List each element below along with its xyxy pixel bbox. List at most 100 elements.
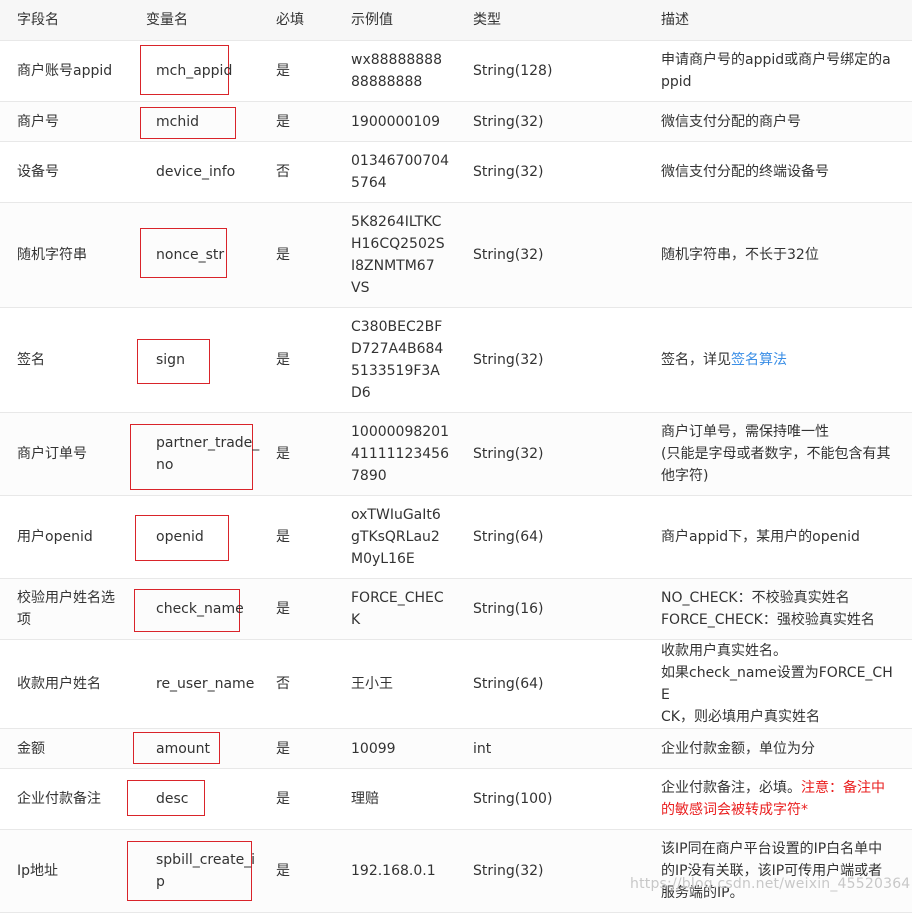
header-type: 类型 xyxy=(473,0,661,41)
example-value: 10000098201 41111123456 7890 xyxy=(351,412,473,496)
example-value: FORCE_CHEC K xyxy=(351,578,473,640)
table-row: 金额 amount 是 10099 int 企业付款金额，单位为分 xyxy=(0,728,912,769)
type-value: String(32) xyxy=(473,141,661,203)
field-name: 随机字符串 xyxy=(0,202,146,308)
example-value: wx88888888 88888888 xyxy=(351,40,473,102)
field-name: 商户订单号 xyxy=(0,412,146,496)
variable-cell: openid xyxy=(135,495,276,579)
field-name: 用户openid xyxy=(0,495,146,579)
type-value: String(64) xyxy=(473,639,661,729)
type-value: String(64) xyxy=(473,495,661,579)
table-header-row: 字段名 变量名 必填 示例值 类型 描述 xyxy=(0,0,912,41)
variable-cell: desc xyxy=(127,768,276,830)
table-row: 企业付款备注 desc 是 理赔 String(100) 企业付款备注，必填。注… xyxy=(0,768,912,830)
sensitive-word-warning: 注意：备注中 xyxy=(801,780,885,796)
type-value: String(128) xyxy=(473,40,661,102)
variable-name: check_name xyxy=(156,601,244,617)
description: 申请商户号的appid或商户号绑定的a ppid xyxy=(661,40,912,102)
variable-cell: mchid xyxy=(140,101,276,142)
variable-name: partner_trade_ no xyxy=(156,435,260,473)
field-name: Ip地址 xyxy=(0,829,146,913)
type-value: String(32) xyxy=(473,202,661,308)
required-value: 否 xyxy=(276,639,351,729)
header-variable-name: 变量名 xyxy=(146,0,276,41)
table-row: 商户账号appid mch_appid 是 wx88888888 88888888… xyxy=(0,40,912,102)
variable-cell: re_user_name xyxy=(146,639,276,729)
variable-name: mch_appid xyxy=(156,63,233,79)
example-value: oxTWIuGaIt6 gTKsQRLau2 M0yL16E xyxy=(351,495,473,579)
variable-cell: spbill_create_i p xyxy=(127,829,276,913)
api-param-table: 字段名 变量名 必填 示例值 类型 描述 商户账号appid mch_appid… xyxy=(0,0,912,913)
field-name: 收款用户姓名 xyxy=(0,639,146,729)
field-name: 校验用户姓名选项 xyxy=(0,578,146,640)
example-value: 理赔 xyxy=(351,768,473,830)
watermark-text: https://blog.csdn.net/weixin_45520364 xyxy=(630,876,911,892)
variable-cell: nonce_str xyxy=(140,202,276,308)
example-value: 王小王 xyxy=(351,639,473,729)
example-value: 01346700704 5764 xyxy=(351,141,473,203)
type-value: String(16) xyxy=(473,578,661,640)
header-example: 示例值 xyxy=(351,0,473,41)
variable-cell: mch_appid xyxy=(140,40,276,102)
description: 企业付款金额，单位为分 xyxy=(661,728,912,769)
variable-cell: check_name xyxy=(134,578,276,640)
required-value: 是 xyxy=(276,307,351,413)
variable-name: desc xyxy=(156,791,189,807)
type-value: String(32) xyxy=(473,412,661,496)
type-value: String(32) xyxy=(473,101,661,142)
type-value: String(32) xyxy=(473,307,661,413)
description: 随机字符串，不长于32位 xyxy=(661,202,912,308)
variable-cell: partner_trade_ no xyxy=(130,412,276,496)
table-row: 签名 sign 是 C380BEC2BF D727A4B684 5133519F3A… xyxy=(0,307,912,413)
description: 微信支付分配的商户号 xyxy=(661,101,912,142)
example-value: 5K8264ILTKC H16CQ2502S I8ZNMTM67 VS xyxy=(351,202,473,308)
description: 该IP同在商户平台设置的IP白名单中 的IP没有关联，该IP可传用户端或者 服务端的… xyxy=(661,829,912,913)
type-value: int xyxy=(473,728,661,769)
required-value: 是 xyxy=(276,101,351,142)
variable-name: openid xyxy=(156,529,204,545)
description: 收款用户真实姓名。 如果check_name设置为FORCE_CHE CK，则必填用… xyxy=(661,639,912,729)
required-value: 是 xyxy=(276,578,351,640)
description: 微信支付分配的终端设备号 xyxy=(661,141,912,203)
description: 商户订单号，需保持唯一性 (只能是字母或者数字，不能包含有其 他字符) xyxy=(661,412,912,496)
table-row: Ip地址 spbill_create_i p 是 192.168.0.1 Stri… xyxy=(0,829,912,913)
header-required: 必填 xyxy=(276,0,351,41)
type-value: String(100) xyxy=(473,768,661,830)
table-row: 校验用户姓名选项 check_name 是 FORCE_CHEC K String… xyxy=(0,578,912,640)
variable-cell: device_info xyxy=(146,141,276,203)
table-row: 商户订单号 partner_trade_ no 是 10000098201 4111… xyxy=(0,412,912,496)
description: 企业付款备注，必填。注意：备注中 的敏感词会被转成字符* xyxy=(661,768,912,830)
example-value: 10099 xyxy=(351,728,473,769)
variable-name: device_info xyxy=(156,164,236,180)
variable-name: sign xyxy=(156,352,185,368)
variable-name: amount xyxy=(156,740,211,757)
description: NO_CHECK：不校验真实姓名 FORCE_CHECK：强校验真实姓名 xyxy=(661,578,912,640)
type-value: String(32) xyxy=(473,829,661,913)
field-name: 设备号 xyxy=(0,141,146,203)
variable-cell: amount xyxy=(133,728,276,769)
required-value: 是 xyxy=(276,202,351,308)
variable-name: spbill_create_i p xyxy=(156,852,256,890)
table-row: 收款用户姓名 re_user_name 否 王小王 String(64) 收款用… xyxy=(0,639,912,729)
field-name: 商户号 xyxy=(0,101,146,142)
required-value: 是 xyxy=(276,495,351,579)
description: 签名，详见签名算法 xyxy=(661,307,912,413)
description: 商户appid下，某用户的openid xyxy=(661,495,912,579)
example-value: 192.168.0.1 xyxy=(351,829,473,913)
sign-algorithm-link[interactable]: 签名算法 xyxy=(731,352,787,368)
field-name: 金额 xyxy=(0,728,146,769)
variable-cell: sign xyxy=(137,307,276,413)
example-value: 1900000109 xyxy=(351,101,473,142)
table-row: 用户openid openid 是 oxTWIuGaIt6 gTKsQRLau2 M… xyxy=(0,495,912,579)
header-field-name: 字段名 xyxy=(0,0,146,41)
required-value: 是 xyxy=(276,829,351,913)
variable-name: nonce_str xyxy=(156,247,225,263)
required-value: 是 xyxy=(276,728,351,769)
required-value: 是 xyxy=(276,412,351,496)
required-value: 是 xyxy=(276,768,351,830)
required-value: 是 xyxy=(276,40,351,102)
header-description: 描述 xyxy=(661,0,912,41)
variable-name: re_user_name xyxy=(156,676,255,692)
table-row: 商户号 mchid 是 1900000109 String(32) 微信支付分配… xyxy=(0,101,912,142)
variable-name: mchid xyxy=(156,113,199,130)
